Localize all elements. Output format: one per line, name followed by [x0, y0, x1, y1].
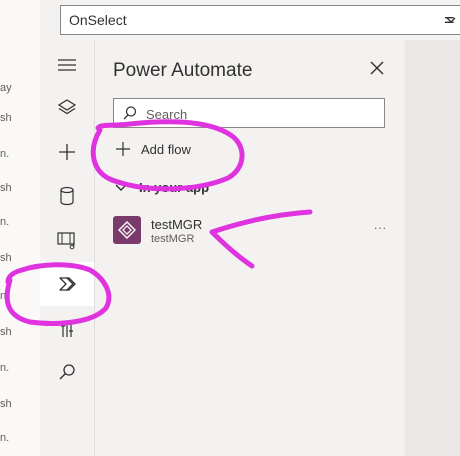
tree-view-button[interactable]	[53, 94, 81, 122]
variables-icon	[61, 323, 73, 337]
insert-button[interactable]	[53, 138, 81, 166]
flow-list-item[interactable]: testMGR testMGR ...	[113, 216, 393, 248]
chevron-down-icon	[115, 184, 127, 191]
hamburger-icon	[58, 59, 76, 71]
power-automate-icon	[59, 277, 76, 291]
search-input[interactable]	[144, 103, 378, 125]
background-text-fragment: n.	[0, 290, 10, 302]
flow-logo	[113, 216, 141, 244]
plus-icon	[59, 144, 75, 160]
flow-name: testMGR	[151, 217, 203, 232]
menu-button[interactable]	[53, 51, 81, 79]
background-text-fragment: n.	[0, 432, 10, 444]
close-icon[interactable]	[369, 60, 385, 76]
equals-sign: =	[444, 10, 455, 30]
background-canvas-strip: ay sh n. sh n. sh n. sh n. sh n.	[0, 0, 41, 456]
power-automate-logo-icon	[118, 221, 136, 239]
plus-icon	[116, 142, 130, 156]
background-text-fragment: sh	[0, 326, 12, 338]
media-button[interactable]	[53, 226, 81, 254]
search-icon	[123, 106, 137, 120]
background-text-fragment: sh	[0, 182, 12, 194]
background-text-fragment: sh	[0, 112, 12, 124]
more-options-button[interactable]: ...	[374, 218, 387, 232]
background-text-fragment: n.	[0, 148, 10, 160]
panel-title: Power Automate	[113, 60, 253, 81]
flow-search-box[interactable]	[113, 98, 385, 128]
layers-icon	[57, 99, 77, 115]
media-icon	[57, 232, 75, 250]
background-text-fragment: sh	[0, 252, 12, 264]
add-flow-label: Add flow	[141, 141, 191, 157]
database-icon	[60, 186, 74, 206]
data-button[interactable]	[53, 182, 81, 210]
left-icon-rail	[40, 40, 95, 456]
flow-subtitle: testMGR	[151, 233, 195, 245]
background-text-fragment: n.	[0, 216, 10, 228]
property-dropdown[interactable]: OnSelect	[60, 5, 460, 35]
power-automate-panel: Power Automate Add flow In your app test…	[95, 40, 405, 456]
property-dropdown-value: OnSelect	[69, 12, 127, 28]
power-automate-button[interactable]	[40, 262, 94, 306]
search-rail-button[interactable]	[53, 358, 81, 386]
search-icon	[59, 364, 75, 380]
background-text-fragment: ay	[0, 82, 12, 94]
canvas-area	[405, 40, 460, 456]
background-text-fragment: n.	[0, 362, 10, 374]
add-flow-button[interactable]: Add flow	[115, 138, 191, 160]
section-label: In your app	[139, 180, 210, 195]
formula-bar: OnSelect =	[40, 0, 460, 41]
variables-button[interactable]	[53, 316, 81, 344]
background-text-fragment: sh	[0, 398, 12, 410]
in-your-app-section-header[interactable]: In your app	[115, 180, 209, 195]
